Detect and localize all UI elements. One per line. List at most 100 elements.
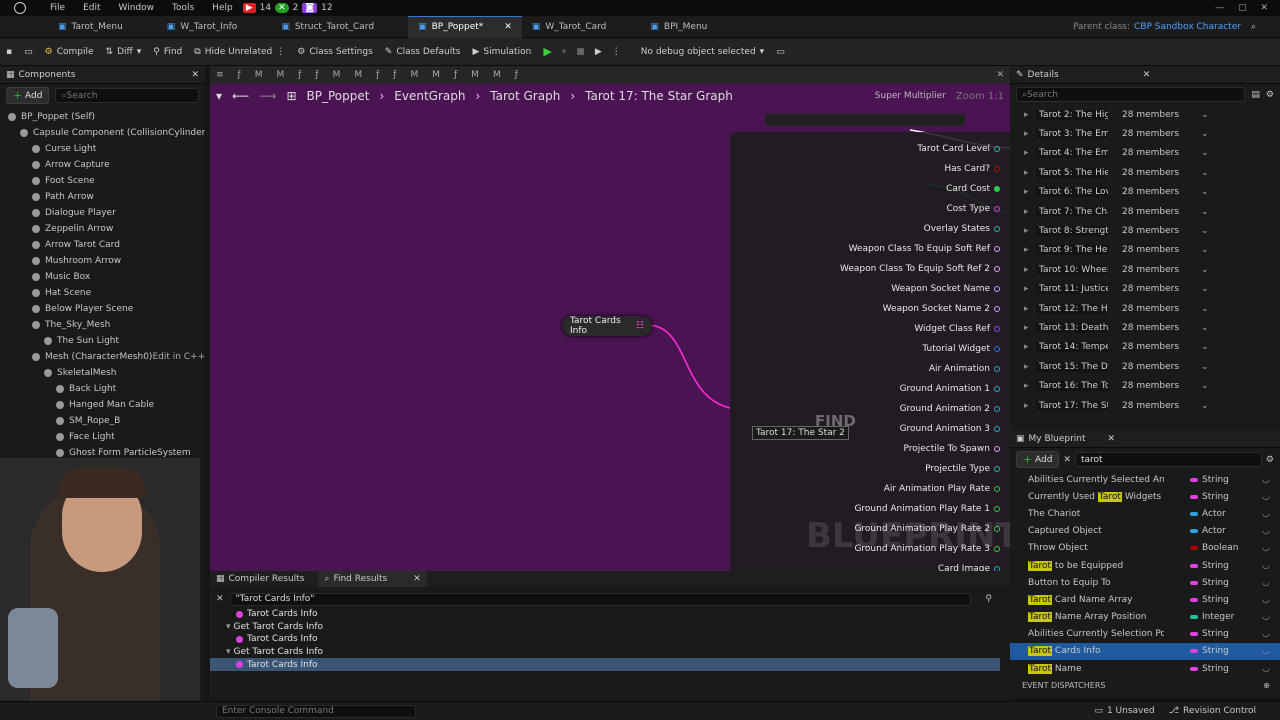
- document-tab[interactable]: ▣ Tarot_Menu: [48, 16, 133, 38]
- close-icon[interactable]: ✕: [504, 22, 512, 32]
- pin-connector-icon[interactable]: [994, 166, 1000, 172]
- variable-row[interactable]: Button to Equip To String ◡: [1010, 574, 1280, 591]
- collapse-arrow-icon[interactable]: ▾: [226, 622, 231, 632]
- component-item[interactable]: Below Player Scene: [0, 301, 205, 317]
- close-icon[interactable]: ✕: [1143, 70, 1151, 80]
- notification-badges[interactable]: ▶ 14 ✕ 2 ◙ 12: [242, 3, 333, 13]
- event-graph[interactable]: ≡ ƒ M Mƒ ƒ M Mƒ ƒ M Mƒ M Mƒ ✕ ▾ ⟵ ⟶ ⊞ BP_Poppet › Ev…: [210, 66, 1010, 571]
- edit-in-cpp-link[interactable]: Edit in C++: [152, 352, 205, 362]
- eject-icon[interactable]: ▶: [595, 47, 602, 57]
- eye-icon[interactable]: ◡: [1262, 561, 1280, 571]
- eye-icon[interactable]: ◡: [1262, 509, 1280, 519]
- document-tab[interactable]: ▣ W_Tarot_Card: [522, 16, 617, 38]
- eye-icon[interactable]: ◡: [1262, 526, 1280, 536]
- pin-connector-icon[interactable]: [994, 286, 1000, 292]
- components-search-input[interactable]: ⌕ Search: [55, 88, 199, 103]
- details-row[interactable]: ▸ Tarot 11: Justice 28 members ⌄: [1010, 280, 1280, 299]
- details-row[interactable]: ▸Tarot 6: The Love 28 members ⌄: [1010, 183, 1280, 202]
- chevron-down-icon[interactable]: ⌄: [1201, 304, 1209, 314]
- component-item[interactable]: SkeletalMesh: [0, 365, 205, 381]
- collapse-arrow-icon[interactable]: ▾: [226, 647, 231, 657]
- struct-pin[interactable]: Tutorial Widget: [730, 339, 1006, 359]
- details-row[interactable]: ▸Tarot 5: The Hiero 28 members ⌄: [1010, 163, 1280, 182]
- struct-pin[interactable]: Air Animation: [730, 359, 1006, 379]
- variable-row[interactable]: Tarot Name Array Position Integer ◡: [1010, 609, 1280, 626]
- component-item[interactable]: The Sun Light: [0, 333, 205, 349]
- expand-arrow-icon[interactable]: ▸: [1024, 362, 1036, 372]
- component-item[interactable]: Hanged Man Cable: [0, 397, 205, 413]
- expand-arrow-icon[interactable]: ▸: [1024, 323, 1036, 333]
- save-button[interactable]: ▪: [0, 38, 18, 66]
- component-item[interactable]: Mesh (CharacterMesh0) Edit in C++: [0, 349, 205, 365]
- unsaved-count[interactable]: 1 Unsaved: [1107, 706, 1155, 716]
- eye-icon[interactable]: ◡: [1262, 629, 1280, 639]
- pin-connector-icon[interactable]: [994, 346, 1000, 352]
- variable-row[interactable]: Tarot Cards Info String ◡: [1010, 642, 1280, 661]
- details-row[interactable]: ▸Tarot 13: Death 2 28 members ⌄: [1010, 318, 1280, 337]
- expand-arrow-icon[interactable]: ▸: [1024, 207, 1036, 217]
- variable-row[interactable]: Captured Object Actor ◡: [1010, 523, 1280, 540]
- break-struct-node[interactable]: Tarot Card Level Has Card? Card Cost Cost T…: [730, 132, 1010, 571]
- event-dispatchers-section[interactable]: EVENT DISPATCHERS ⊕: [1010, 677, 1280, 693]
- variable-row[interactable]: Tarot Card Name Array String ◡: [1010, 591, 1280, 608]
- eye-icon[interactable]: ◡: [1262, 646, 1280, 656]
- table-view-icon[interactable]: ▤: [1251, 90, 1260, 100]
- details-row[interactable]: ▸Tarot 4: The Empe 28 members ⌄: [1010, 144, 1280, 163]
- menu-item-3[interactable]: Tools: [172, 3, 194, 13]
- component-item[interactable]: Arrow Tarot Card: [0, 237, 205, 253]
- details-row[interactable]: ▸Tarot 17: The Star 28 members ⌄: [1010, 396, 1280, 415]
- struct-pin[interactable]: Ground Animation 2: [730, 399, 1006, 419]
- expand-arrow-icon[interactable]: ▸: [1024, 110, 1036, 120]
- chevron-down-icon[interactable]: ⌄: [1201, 265, 1209, 275]
- pin-connector-icon[interactable]: [994, 466, 1000, 472]
- close-icon[interactable]: ✕: [1108, 434, 1116, 444]
- chevron-down-icon[interactable]: ⌄: [1201, 401, 1209, 411]
- component-item[interactable]: Curse Light: [0, 141, 205, 157]
- eye-icon[interactable]: ◡: [1262, 492, 1280, 502]
- more-icon[interactable]: ⋮: [612, 47, 621, 57]
- pin-connector-icon[interactable]: [994, 406, 1000, 412]
- component-item[interactable]: BP_Poppet (Self): [0, 109, 205, 125]
- struct-pin[interactable]: Projectile To Spawn: [730, 439, 1006, 459]
- component-item[interactable]: Music Box: [0, 269, 205, 285]
- expand-arrow-icon[interactable]: ▸: [1024, 187, 1036, 197]
- find-result-row[interactable]: ▾ Get Tarot Cards Info: [210, 646, 1000, 659]
- maximize-icon[interactable]: ▢: [1238, 3, 1247, 13]
- document-tab[interactable]: ▣ Struct_Tarot_Card: [271, 16, 384, 38]
- pin-connector-icon[interactable]: [994, 326, 1000, 332]
- menu-item-0[interactable]: File: [50, 3, 65, 13]
- details-row[interactable]: ▸Tarot 2: The High 28 members ⌄: [1010, 105, 1280, 124]
- chevron-down-icon[interactable]: ⌄: [1201, 245, 1209, 255]
- variable-row[interactable]: The Chariot Actor ◡: [1010, 505, 1280, 522]
- tarot-cards-info-node[interactable]: Tarot Cards Info ☷: [562, 316, 652, 336]
- component-item[interactable]: Foot Scene: [0, 173, 205, 189]
- struct-pin[interactable]: Air Animation Play Rate: [730, 479, 1006, 499]
- pin-connector-icon[interactable]: [994, 506, 1000, 512]
- details-row[interactable]: ▸Tarot 15: The Dev 28 members ⌄: [1010, 357, 1280, 376]
- menu-item-2[interactable]: Window: [119, 3, 155, 13]
- expand-arrow-icon[interactable]: ▸: [1024, 245, 1036, 255]
- eye-icon[interactable]: ◡: [1262, 578, 1280, 588]
- details-search-input[interactable]: ⌕ Search: [1016, 87, 1246, 102]
- expand-arrow-icon[interactable]: ▸: [1024, 304, 1036, 314]
- chevron-down-icon[interactable]: ⌄: [1201, 110, 1209, 120]
- struct-pin[interactable]: Tarot Card Level: [730, 139, 1006, 159]
- variable-row[interactable]: Tarot Name String ◡: [1010, 660, 1280, 677]
- document-tab[interactable]: ▣ W_Tarot_Info: [157, 16, 248, 38]
- struct-pin[interactable]: Cost Type: [730, 199, 1006, 219]
- details-row[interactable]: ▸Tarot 9: The Herm 28 members ⌄: [1010, 241, 1280, 260]
- details-row[interactable]: ▸Tarot 10: Wheel of 28 members ⌄: [1010, 260, 1280, 279]
- my-blueprint-search-input[interactable]: tarot: [1075, 452, 1262, 467]
- clear-search-icon[interactable]: ✕: [1063, 455, 1071, 465]
- compile-button[interactable]: ⚙ Compile: [39, 38, 100, 66]
- component-item[interactable]: SM_Rope_B: [0, 413, 205, 429]
- pin-connector-icon[interactable]: [994, 366, 1000, 372]
- details-row[interactable]: ▸ Tarot 8: Strength 28 members ⌄: [1010, 221, 1280, 240]
- component-item[interactable]: Back Light: [0, 381, 205, 397]
- document-tab[interactable]: ▣ BPI_Menu: [640, 16, 717, 38]
- console-input[interactable]: Enter Console Command: [216, 704, 416, 718]
- component-item[interactable]: Zeppelin Arrow: [0, 221, 205, 237]
- settings-icon[interactable]: ⚙: [1266, 455, 1274, 465]
- chevron-down-icon[interactable]: ⌄: [1201, 226, 1209, 236]
- close-icon[interactable]: ✕: [1260, 3, 1268, 13]
